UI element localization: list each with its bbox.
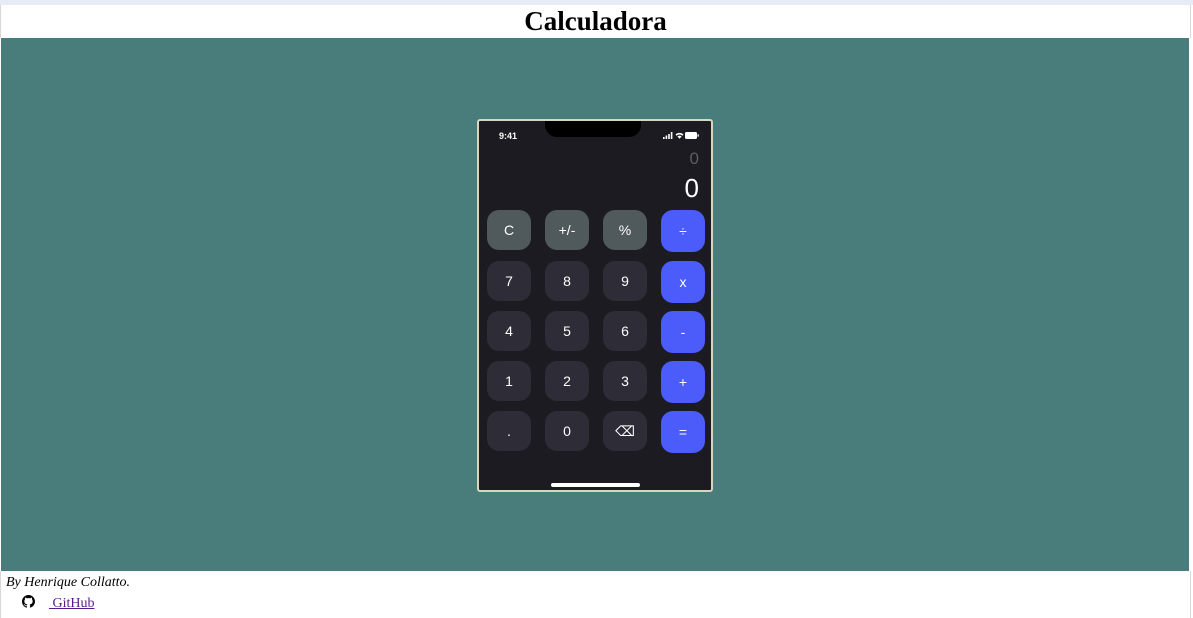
- key-add[interactable]: +: [661, 361, 705, 403]
- key-digit-2[interactable]: 2: [545, 361, 589, 401]
- signal-icon: [663, 132, 673, 139]
- key-percent[interactable]: %: [603, 210, 647, 250]
- author-byline: By Henrique Collatto.: [6, 575, 131, 590]
- key-digit-0[interactable]: 0: [545, 411, 589, 451]
- main-area: 9:41 0 0 C +/- % ÷ 7 8 9 x 4 5 6 - 1 2 3…: [1, 38, 1189, 571]
- key-backspace[interactable]: ⌫: [603, 411, 647, 451]
- status-time: 9:41: [499, 131, 518, 141]
- key-digit-4[interactable]: 4: [487, 311, 531, 351]
- keypad: C +/-% ÷ 7 8 9 x 4 5 6- 1 2 3 +. 0 ⌫ =: [487, 210, 707, 460]
- key-clear[interactable]: C: [487, 210, 531, 250]
- page-header: Calculadora: [0, 5, 1191, 38]
- previous-value: 0: [689, 149, 699, 168]
- current-value: 0: [684, 173, 699, 203]
- calculator-phone: 9:41 0 0 C +/- % ÷ 7 8 9 x 4 5 6 - 1 2 3…: [477, 119, 713, 492]
- status-bar: 9:41: [479, 121, 711, 143]
- key-digit-8[interactable]: 8: [545, 261, 589, 301]
- page-title: Calculadora: [524, 6, 667, 36]
- key-digit-5[interactable]: 5: [545, 311, 589, 351]
- key-digit-1[interactable]: 1: [487, 361, 531, 401]
- key-digit-7[interactable]: 7: [487, 261, 531, 301]
- key-sign-toggle[interactable]: +/-: [545, 210, 589, 250]
- page-footer: By Henrique Collatto. GitHub: [0, 571, 1191, 618]
- battery-icon: [685, 132, 699, 139]
- wifi-icon: [675, 132, 684, 139]
- key-equals[interactable]: =: [661, 411, 705, 453]
- key-digit-9[interactable]: 9: [603, 261, 647, 301]
- calculator-display: 0 0: [479, 147, 711, 207]
- home-indicator: [551, 483, 640, 487]
- github-link[interactable]: GitHub: [49, 596, 95, 612]
- key-divide[interactable]: ÷: [661, 210, 705, 252]
- key-digit-6[interactable]: 6: [603, 311, 647, 351]
- key-multiply[interactable]: x: [661, 261, 705, 303]
- key-decimal[interactable]: .: [487, 411, 531, 451]
- key-subtract[interactable]: -: [661, 311, 705, 353]
- github-icon[interactable]: [22, 595, 35, 608]
- phone-notch: [545, 121, 641, 137]
- key-digit-3[interactable]: 3: [603, 361, 647, 401]
